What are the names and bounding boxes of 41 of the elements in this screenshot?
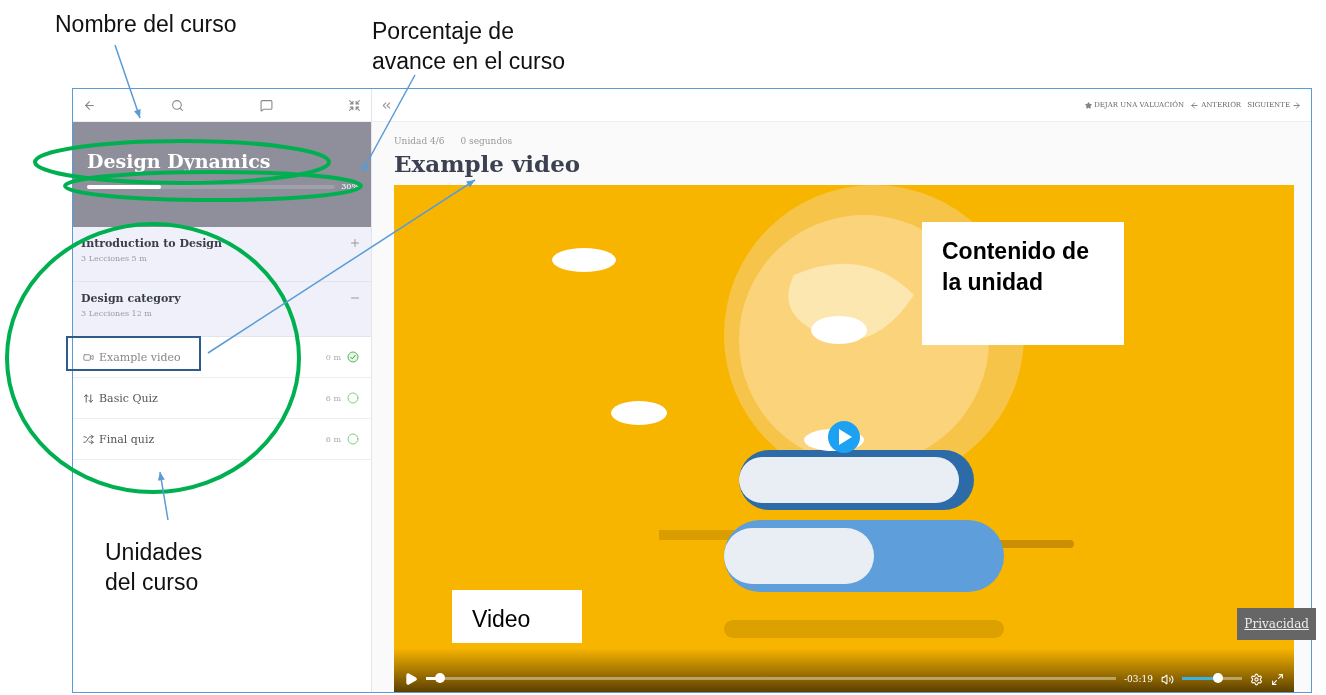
slider-thumb[interactable] xyxy=(1213,673,1223,683)
remaining-time: -03:19 xyxy=(1124,674,1153,684)
section-header[interactable]: Design category 3 Lecciones 12 m xyxy=(73,282,371,337)
lesson-duration: 6 m xyxy=(325,434,341,444)
search-icon[interactable] xyxy=(171,98,185,112)
star-icon xyxy=(1085,101,1093,109)
annotation-label: Porcentaje de avance en el curso xyxy=(372,17,567,76)
left-arrow-icon xyxy=(1190,100,1200,110)
settings-icon[interactable] xyxy=(1250,673,1263,686)
section-title: Introduction to Design xyxy=(81,237,222,250)
lesson-title: Final quiz xyxy=(99,432,155,446)
lesson-duration: 6 m xyxy=(325,393,341,403)
section-meta: 3 Lecciones 5 m xyxy=(81,254,148,263)
unit-number: Unidad 4/6 xyxy=(394,136,445,146)
section-meta: 3 Lecciones 12 m xyxy=(81,309,153,318)
lesson-duration: 0 m xyxy=(325,352,341,362)
privacy-link[interactable]: Privacidad xyxy=(1237,608,1316,640)
course-title: Design Dynamics xyxy=(87,150,272,172)
slider-thumb[interactable] xyxy=(434,673,445,683)
annotation-label: Unidades del curso xyxy=(105,538,204,597)
play-icon[interactable] xyxy=(404,672,418,686)
back-arrow-icon[interactable] xyxy=(83,98,96,112)
lesson-heading: Example video xyxy=(394,150,582,177)
pointer-arrow xyxy=(157,471,169,521)
annotation-label: Video xyxy=(452,590,582,643)
section-title: Design category xyxy=(81,292,181,305)
chat-icon[interactable] xyxy=(259,98,273,112)
up-down-arrows-icon xyxy=(83,392,94,404)
shuffle-icon xyxy=(83,433,94,445)
annotation-label: Contenido de la unidad xyxy=(922,222,1124,345)
video-icon xyxy=(83,351,94,363)
volume-icon[interactable] xyxy=(1161,673,1174,686)
fullscreen-icon[interactable] xyxy=(1271,673,1284,686)
collapse-icon[interactable] xyxy=(348,98,361,112)
annotation-label: Nombre del curso xyxy=(55,10,238,39)
plus-icon[interactable] xyxy=(349,237,361,249)
right-arrow-icon xyxy=(1292,100,1301,110)
lesson-title: Example video xyxy=(99,350,181,364)
section-header[interactable]: Introduction to Design 3 Lecciones 5 m xyxy=(73,227,371,282)
elapsed-time: 0 segundos xyxy=(460,136,513,146)
lesson-title: Basic Quiz xyxy=(99,391,158,405)
